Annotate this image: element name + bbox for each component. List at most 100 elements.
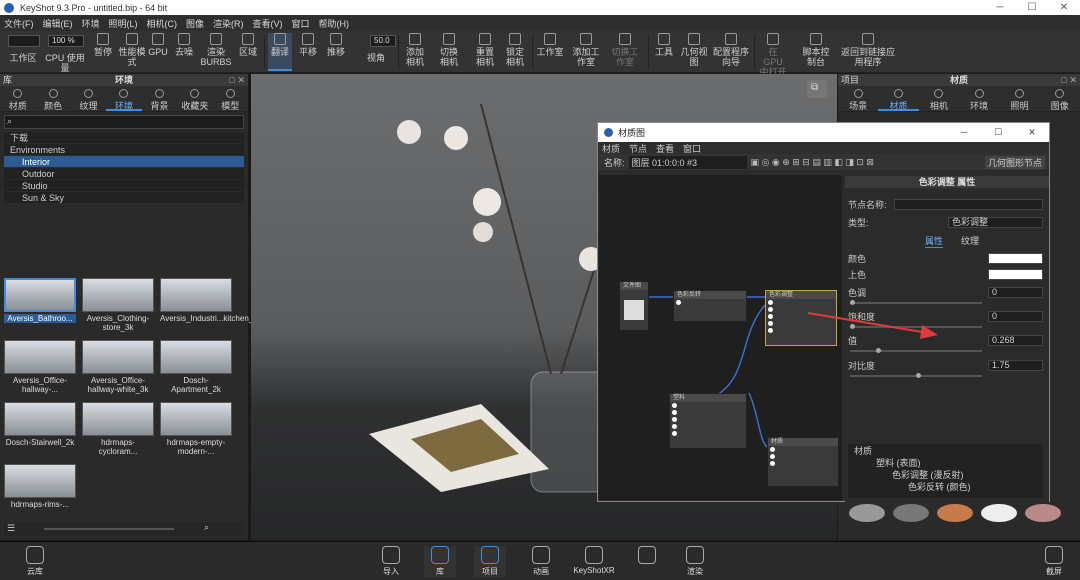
workspace-button[interactable]: 工作区 (8, 53, 38, 69)
color-invert-node[interactable]: 色彩反转 (673, 290, 747, 322)
project-button[interactable]: 项目 (474, 546, 506, 577)
thumbnail-item[interactable]: hdrmaps-rims-... (4, 464, 76, 509)
switch-studio-button[interactable]: 切换工作室 (608, 33, 642, 71)
tumble-button[interactable]: 翻译 (268, 33, 292, 71)
menu-material[interactable]: 材质 (602, 142, 620, 155)
saturation-value[interactable]: 0 (988, 310, 1043, 322)
add-camera-button[interactable]: 添加相机 (402, 33, 428, 71)
studio-button[interactable]: 工作室 (536, 33, 564, 71)
tab-environments[interactable]: 环境 (106, 86, 142, 111)
tab-models[interactable]: 模型 (213, 86, 248, 111)
tab-materials[interactable]: 材质 (0, 86, 35, 111)
tab-backgrounds[interactable]: 背景 (142, 86, 177, 111)
thumbnail-item[interactable]: Aversis_Industri...kitchen_3k (160, 278, 262, 323)
menu-edit[interactable]: 编辑(E) (43, 17, 73, 30)
script-console-button[interactable]: 脚本控制台 (800, 33, 832, 71)
menu-camera[interactable]: 相机(C) (147, 17, 178, 30)
panel-close-icon[interactable]: □ ✕ (1062, 74, 1077, 86)
menu-window[interactable]: 窗口 (292, 17, 310, 30)
close-icon[interactable]: ✕ (1048, 2, 1080, 13)
search-icon[interactable]: ⌕ (204, 522, 209, 533)
pause-button[interactable]: 暂停 (92, 33, 114, 71)
contrast-slider[interactable] (850, 373, 982, 378)
geometry-view-button[interactable]: 几何视图 (680, 33, 708, 71)
add-studio-button[interactable]: 添加工作室 (570, 33, 602, 71)
return-to-linked-app-button[interactable]: 返回到链接应用程序 (838, 33, 898, 71)
contrast-value[interactable]: 1.75 (988, 359, 1043, 371)
tab-favorites[interactable]: 收藏夹 (177, 86, 212, 111)
color-swatch[interactable] (988, 252, 1043, 264)
tab-camera[interactable]: 相机 (919, 86, 959, 111)
performance-mode-button[interactable]: 性能模式 (118, 33, 146, 71)
minimize-icon[interactable]: ─ (947, 127, 981, 138)
minimize-icon[interactable]: ─ (984, 2, 1016, 13)
swatch-item[interactable] (849, 504, 885, 522)
menu-file[interactable]: 文件(F) (4, 17, 34, 30)
close-icon[interactable]: ✕ (1015, 127, 1049, 138)
material-name-field[interactable]: 图层 01:0:0:0 #3 (628, 155, 747, 169)
render-button[interactable]: 渲染 (680, 546, 710, 577)
tab-material[interactable]: 材质 (878, 86, 919, 111)
swatch-item[interactable] (1025, 504, 1061, 522)
thumbnail-item[interactable]: Dosch-Stairwell_2k (4, 402, 76, 447)
screenshot-button[interactable]: 截屏 (1040, 546, 1068, 577)
menu-render[interactable]: 渲染(R) (213, 17, 244, 30)
tab-scene[interactable]: 场景 (838, 86, 878, 111)
save-icon[interactable]: ▣ ◎ ◉ ⊕ ⊞ ⊟ ▤ ▥ ◧ ◨ ⊡ ⊠ (751, 157, 874, 168)
tree-item-interior[interactable]: Interior (4, 156, 244, 168)
thumbnail-item[interactable]: Aversis_Clothing-store_3k (82, 278, 154, 332)
configurator-wizard-button[interactable]: 配置程序向导 (712, 33, 750, 71)
tab-colors[interactable]: 颜色 (35, 86, 70, 111)
tab-lighting[interactable]: 照明 (999, 86, 1039, 111)
type-select[interactable]: 色彩调整 (948, 216, 1043, 228)
hue-slider[interactable] (850, 300, 982, 305)
gpu-button[interactable]: GPU (148, 33, 168, 71)
tab-image[interactable]: 图像 (1040, 86, 1080, 111)
tree-item-color-invert[interactable]: 色彩反转 (颜色) (848, 480, 1043, 492)
thumbnail-item[interactable]: hdrmaps-cycloram... (82, 402, 154, 456)
list-view-icon[interactable]: ☰ (7, 523, 15, 534)
tree-item-environments[interactable]: Environments (4, 144, 244, 156)
viewport-camera-icon[interactable]: ⧉ (811, 82, 818, 93)
vr-button[interactable] (636, 546, 658, 566)
animation-button[interactable]: 动画 (526, 546, 556, 577)
tree-item-sun-sky[interactable]: Sun & Sky (4, 192, 244, 204)
dolly-button[interactable]: 推移 (324, 33, 348, 71)
cloud-library-button[interactable]: 云库 (20, 546, 50, 577)
menu-view[interactable]: 查看 (656, 142, 674, 155)
menu-node[interactable]: 节点 (629, 142, 647, 155)
swatch-item[interactable] (937, 504, 973, 522)
subtab-properties[interactable]: 属性 (925, 234, 944, 248)
subtab-textures[interactable]: 纹理 (961, 234, 979, 248)
menu-help[interactable]: 帮助(H) (319, 17, 350, 30)
panel-close-icon[interactable]: □ ✕ (230, 74, 245, 86)
menu-view[interactable]: 查看(V) (253, 17, 283, 30)
thumbnail-item[interactable]: Aversis_Office-hallway-... (4, 340, 76, 394)
cpu-usage-field[interactable]: 100 % (48, 35, 84, 47)
keyshotxr-button[interactable]: KeyShotXR (572, 546, 616, 575)
plastic-node[interactable]: 塑料 (669, 393, 747, 449)
tree-item-outdoor[interactable]: Outdoor (4, 168, 244, 180)
swatch-item[interactable] (893, 504, 929, 522)
tree-item-downloads[interactable]: 下载 (4, 132, 244, 144)
import-button[interactable]: 导入 (376, 546, 406, 577)
menu-window[interactable]: 窗口 (683, 142, 701, 155)
tint-swatch[interactable] (988, 268, 1043, 280)
tree-item-plastic[interactable]: 塑料 (表面) (848, 456, 1043, 468)
menu-lighting[interactable]: 照明(L) (109, 17, 138, 30)
thumbnail-item[interactable]: Dosch-Apartment_2k (160, 340, 232, 394)
cpu-usage-button[interactable]: CPU 使用量 (42, 53, 88, 73)
switch-camera-button[interactable]: 切换相机 (436, 33, 462, 71)
tools-button[interactable]: 工具 (652, 33, 676, 71)
pan-button[interactable]: 平移 (296, 33, 320, 71)
thumbnail-item[interactable]: Aversis_Office-hallway-white_3k (82, 340, 154, 394)
geometry-node-button[interactable]: 几何图形节点 (984, 155, 1045, 169)
render-nurbs-button[interactable]: 渲染 BURBS (200, 33, 232, 71)
zoom-slider[interactable] (44, 528, 174, 530)
denoise-button[interactable]: 去噪 (172, 33, 196, 71)
menu-environment[interactable]: 环境 (82, 17, 100, 30)
lock-camera-button[interactable]: 锁定相机 (502, 33, 528, 71)
menu-image[interactable]: 图像 (186, 17, 204, 30)
swatch-item[interactable] (981, 504, 1017, 522)
value-slider[interactable] (850, 348, 982, 353)
